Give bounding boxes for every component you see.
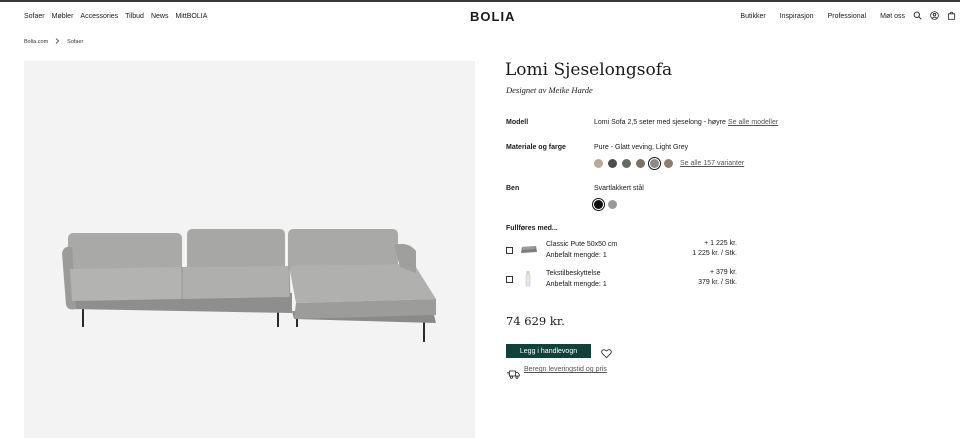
accessory-price-pillow: + 1 225 kr. 1 225 kr. / Stk. [692, 239, 737, 259]
material-swatch[interactable] [622, 159, 631, 168]
accessory-price-add: + 1 225 kr. [704, 240, 737, 247]
nav-sofaer[interactable]: Sofaer [24, 13, 45, 20]
legs-label: Ben [506, 185, 520, 192]
breadcrumb: Bolia.com Sofaer [24, 38, 83, 46]
product-image[interactable] [24, 61, 475, 438]
material-label: Materiale og farge [506, 144, 566, 151]
see-all-variants-link[interactable]: Se alle 157 varianter [680, 160, 744, 167]
heart-icon[interactable] [601, 346, 612, 359]
breadcrumb-sofaer[interactable]: Sofaer [67, 39, 83, 45]
accessory-checkbox-protection[interactable] [506, 276, 513, 283]
logo[interactable]: BOLIA [470, 9, 515, 24]
material-swatch[interactable] [636, 159, 645, 168]
nav-news[interactable]: News [151, 13, 169, 20]
accessory-price-add: + 379 kr. [709, 269, 737, 276]
accessory-qty: Anbefalt mengde: 1 [546, 252, 607, 259]
material-swatch[interactable] [608, 159, 617, 168]
nav-mittbolia[interactable]: MittBOLIA [175, 13, 207, 20]
truck-icon [507, 366, 520, 379]
accessory-price-protection: + 379 kr. 379 kr. / Stk. [698, 268, 737, 288]
material-swatch[interactable] [594, 159, 603, 168]
search-icon[interactable] [913, 11, 922, 20]
accessory-unit-price: 1 225 kr. / Stk. [692, 250, 737, 257]
protection-thumbnail [524, 270, 532, 287]
legs-swatch[interactable] [594, 200, 603, 209]
material-swatch[interactable] [650, 159, 659, 168]
main-nav: Sofaer Møbler Accessories Tilbud News Mi… [24, 13, 207, 20]
nav-mobler[interactable]: Møbler [52, 13, 74, 20]
nav-tilbud[interactable]: Tilbud [125, 13, 144, 20]
accessory-qty: Anbefalt mengde: 1 [546, 281, 607, 288]
product-price: 74 629 kr. [506, 314, 565, 328]
accessory-unit-price: 379 kr. / Stk. [698, 279, 737, 286]
accessory-name: Tekstilbeskyttelse [546, 270, 601, 277]
delivery-estimate-link[interactable]: Beregn leveringstid og pris [524, 366, 607, 373]
nav-accessories[interactable]: Accessories [80, 13, 118, 20]
user-icon[interactable] [930, 11, 939, 20]
breadcrumb-home[interactable]: Bolia.com [24, 39, 48, 45]
accessory-pillow: Classic Pute 50x50 cm Anbefalt mengde: 1 [546, 239, 617, 261]
accessory-protection: Tekstilbeskyttelse Anbefalt mengde: 1 [546, 268, 607, 290]
model-value: Lomi Sofa 2,5 seter med sjeselong - høyr… [594, 119, 726, 126]
legs-value: Svartlakkert stål [594, 185, 644, 192]
accessory-name: Classic Pute 50x50 cm [546, 241, 618, 248]
pillow-thumbnail [519, 242, 539, 256]
accessory-checkbox-pillow[interactable] [506, 247, 513, 254]
secondary-nav: Butikker Inspirasjon Professional Møt os… [740, 13, 905, 20]
nav-butikker[interactable]: Butikker [740, 13, 765, 20]
add-to-cart-button[interactable]: Legg i handlevogn [506, 344, 591, 358]
accessories-heading: Fullføres med... [506, 225, 558, 232]
see-all-models-link[interactable]: Se alle modeller [728, 119, 778, 126]
legs-swatch[interactable] [608, 200, 617, 209]
chevron-right-icon [55, 38, 60, 46]
nav-mot-oss[interactable]: Møt oss [880, 13, 905, 20]
material-value: Pure - Glatt veving, Light Grey [594, 144, 689, 151]
sofa-illustration [62, 229, 436, 342]
nav-professional[interactable]: Professional [828, 13, 867, 20]
designer-credit: Designet av Meike Harde [506, 85, 593, 95]
top-border [0, 0, 960, 2]
header-icons [913, 11, 956, 20]
nav-inspirasjon[interactable]: Inspirasjon [780, 13, 814, 20]
bag-icon[interactable] [947, 11, 956, 20]
model-label: Modell [506, 119, 529, 126]
product-title: Lomi Sjeselongsofa [505, 60, 673, 80]
material-swatch[interactable] [664, 159, 673, 168]
